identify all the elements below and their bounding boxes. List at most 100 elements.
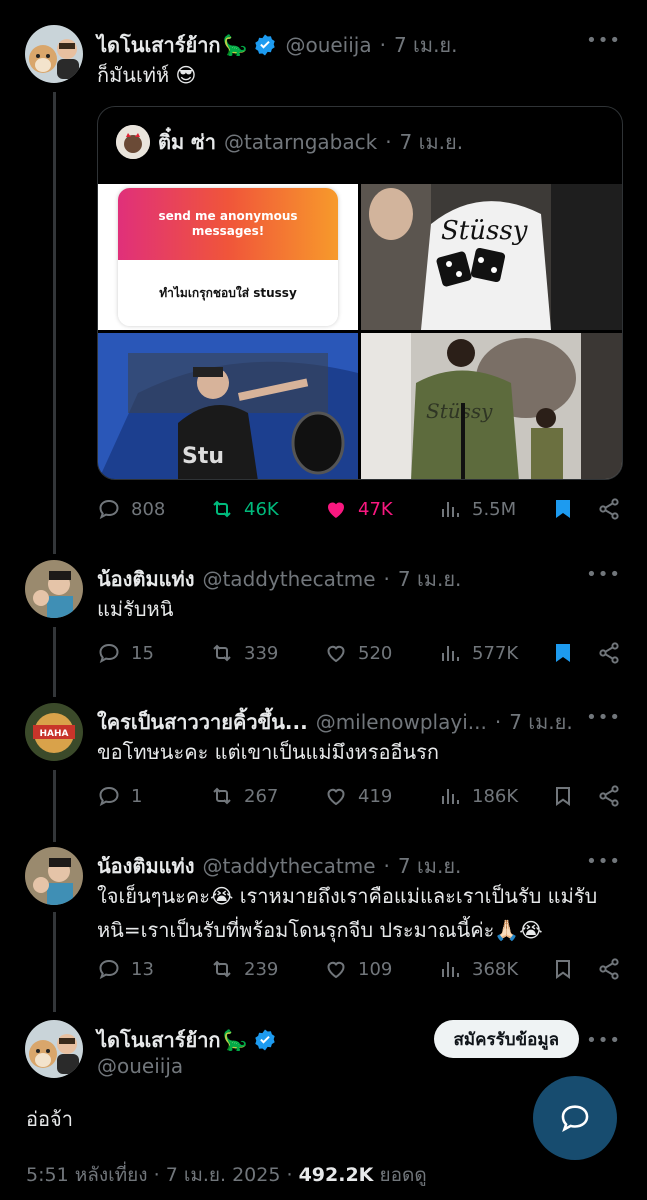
anon-card-title: send me anonymous messages! — [158, 209, 298, 238]
heart-filled-icon — [328, 502, 344, 518]
dinosaur-emoji: 🦕 — [222, 33, 248, 57]
reply-count: 13 — [131, 958, 154, 980]
reply-count: 808 — [131, 498, 166, 520]
author-handle[interactable]: @taddythecatme — [202, 567, 375, 591]
views-button[interactable]: 368K — [438, 957, 518, 981]
share-button[interactable] — [597, 497, 621, 521]
bookmark-button[interactable] — [551, 497, 575, 521]
post-text-line: ใจเย็นๆนะคะ😭 เราหมายถึงเราคือแม่และเราเป… — [97, 884, 598, 908]
like-button[interactable]: 520 — [324, 641, 392, 665]
views-count: 5.5M — [472, 498, 517, 520]
avatar[interactable] — [25, 560, 83, 618]
quoted-post[interactable]: ติ๋ม ซ่า @tatarngaback · 7 เม.ย. send me… — [97, 106, 623, 480]
post-actions: 15 339 520 577K — [97, 641, 627, 671]
post-actions: 13 239 109 368K — [97, 957, 627, 987]
post-text: ขอโทษนะคะ แต่เขาเป็นแม่มึงหรออีนรก — [97, 740, 440, 764]
post-text: ก็มันเท่ห์ 😎 — [97, 63, 197, 87]
separator-dot: · — [379, 33, 386, 57]
anon-card-question: ทำไมเกรุกชอบใส่ stussy — [159, 285, 297, 300]
avatar[interactable]: HAHA — [25, 703, 83, 761]
author-name[interactable]: ไดโนเสาร์ย้าก — [97, 1024, 221, 1056]
views-button[interactable]: 186K — [438, 784, 518, 808]
repost-button[interactable]: 339 — [210, 641, 278, 665]
like-button[interactable]: 419 — [324, 784, 392, 808]
separator-dot: · — [383, 854, 390, 878]
quoted-post-time: 7 เม.ย. — [399, 130, 464, 154]
more-options-icon[interactable]: ••• — [586, 851, 621, 872]
more-options-icon[interactable]: ••• — [586, 1030, 621, 1051]
bookmark-button[interactable] — [551, 784, 575, 808]
repost-count: 46K — [244, 498, 279, 520]
like-count: 520 — [358, 642, 393, 664]
share-icon — [599, 785, 619, 807]
post-timestamp[interactable]: 5:51 หลังเที่ยง · 7 เม.ย. 2025 · — [26, 1164, 299, 1186]
repost-icon — [213, 787, 231, 805]
views-button[interactable]: 577K — [438, 641, 518, 665]
like-count: 109 — [358, 958, 393, 980]
like-button[interactable]: 47K — [324, 497, 393, 521]
share-icon — [599, 642, 619, 664]
total-views: 492.2K — [298, 1164, 374, 1186]
compose-reply-button[interactable] — [533, 1076, 617, 1160]
media-grid: send me anonymous messages! ทำไมเกรุกชอบ… — [98, 184, 622, 479]
post-text-line: หนิ=เราเป็นรับที่พร้อมโดนรุกจีบ ประมาณนี… — [97, 918, 543, 942]
share-icon — [599, 498, 619, 520]
more-options-icon[interactable]: ••• — [586, 30, 621, 51]
reply-icon — [99, 499, 119, 520]
reply-button[interactable]: 13 — [97, 957, 154, 981]
author-name[interactable]: น้องติมแท่ง — [97, 563, 194, 595]
media-image-1[interactable]: send me anonymous messages! ทำไมเกรุกชอบ… — [98, 184, 358, 330]
separator-dot: · — [494, 710, 502, 734]
author-handle[interactable]: @oueiija — [97, 1054, 183, 1078]
media-image-2[interactable]: Stüssy — [361, 184, 622, 330]
post-time[interactable]: 7 เม.ย. — [398, 850, 462, 882]
repost-count: 267 — [244, 785, 279, 807]
views-count: 186K — [472, 785, 519, 807]
avatar[interactable] — [25, 1020, 83, 1078]
post-time[interactable]: 7 เม.ย. — [394, 29, 458, 61]
author-name[interactable]: ใครเป็นสาววายคิ้วขึ้น... — [97, 706, 308, 738]
reply-icon — [99, 643, 119, 664]
bookmark-button[interactable] — [551, 957, 575, 981]
repost-count: 339 — [244, 642, 279, 664]
views-button[interactable]: 5.5M — [438, 497, 516, 521]
avatar[interactable] — [25, 25, 83, 83]
reply-button[interactable]: 1 — [97, 784, 142, 808]
share-button[interactable] — [597, 957, 621, 981]
avatar[interactable] — [25, 847, 83, 905]
reply-post: น้องติมแท่ง @taddythecatme · 7 เม.ย. •••… — [0, 545, 647, 685]
post-time[interactable]: 7 เม.ย. — [398, 563, 462, 595]
author-handle[interactable]: @oueiija — [285, 33, 371, 57]
reply-post: HAHA ใครเป็นสาววายคิ้วขึ้น... @milenowpl… — [0, 688, 647, 828]
more-options-icon[interactable]: ••• — [586, 707, 621, 728]
repost-button[interactable]: 46K — [210, 497, 279, 521]
bookmark-icon — [556, 787, 570, 806]
share-icon — [599, 958, 619, 980]
like-button[interactable]: 109 — [324, 957, 392, 981]
separator-dot: · — [383, 567, 390, 591]
media-image-4[interactable]: Stüssy — [361, 333, 622, 479]
repost-button[interactable]: 239 — [210, 957, 278, 981]
bookmark-button[interactable] — [551, 641, 575, 665]
more-options-icon[interactable]: ••• — [586, 564, 621, 585]
repost-button[interactable]: 267 — [210, 784, 278, 808]
share-button[interactable] — [597, 784, 621, 808]
reply-button[interactable]: 808 — [97, 497, 165, 521]
reply-button[interactable]: 15 — [97, 641, 154, 665]
subscribe-button[interactable]: สมัครรับข้อมูล — [433, 1020, 579, 1058]
author-handle[interactable]: @milenowplayi... — [316, 710, 487, 734]
bookmark-filled-icon — [556, 500, 570, 518]
post-time[interactable]: 7 เม.ย. — [509, 706, 573, 738]
reply-count: 1 — [131, 785, 143, 807]
author-handle[interactable]: @taddythecatme — [202, 854, 375, 878]
author-name[interactable]: น้องติมแท่ง — [97, 850, 194, 882]
post-metadata: 5:51 หลังเที่ยง · 7 เม.ย. 2025 · 492.2K … — [26, 1160, 427, 1190]
like-count: 47K — [358, 498, 393, 520]
post-text: แม่รับหนิ — [97, 597, 174, 621]
media-image-3[interactable]: Stu — [98, 333, 358, 479]
share-button[interactable] — [597, 641, 621, 665]
author-name[interactable]: ไดโนเสาร์ย้าก — [97, 29, 221, 61]
heart-icon — [327, 961, 345, 979]
separator-dot: · — [385, 130, 392, 154]
views-icon — [442, 789, 459, 804]
